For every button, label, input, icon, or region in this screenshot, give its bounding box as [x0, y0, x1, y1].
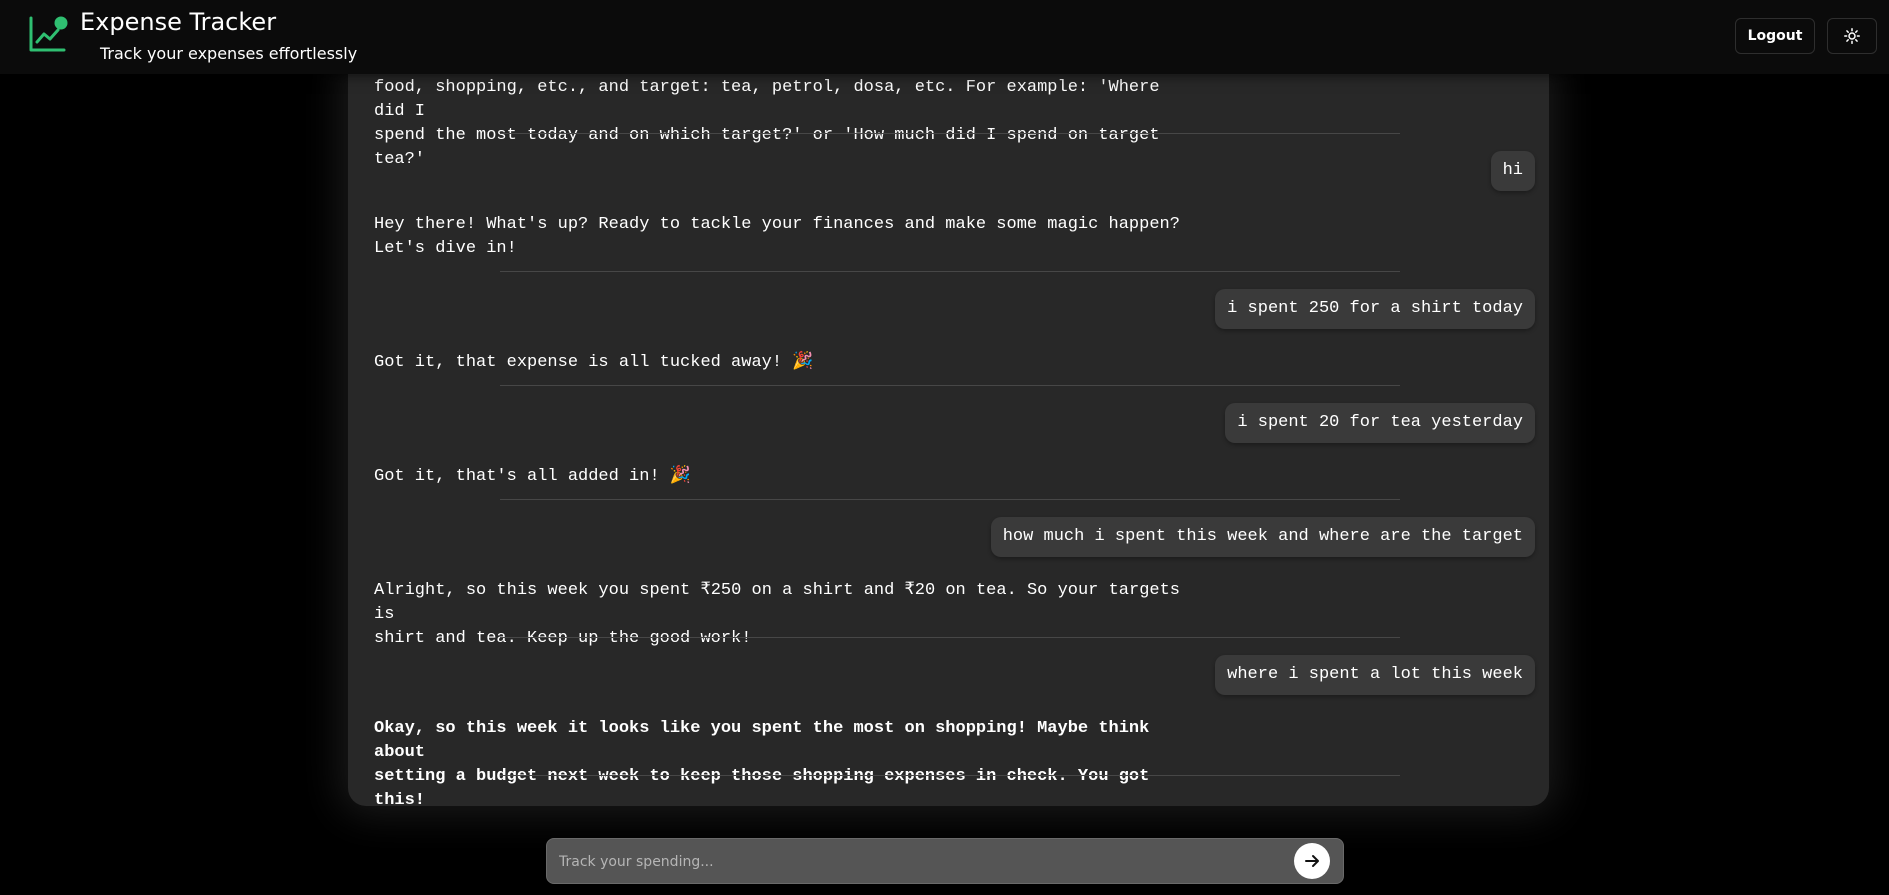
message-divider: [500, 271, 1400, 272]
message-divider: [500, 775, 1400, 776]
bot-message: Got it, that expense is all tucked away!…: [374, 353, 814, 372]
sun-icon: [1844, 28, 1860, 44]
user-message: i spent 20 for tea yesterday: [1225, 403, 1535, 443]
message-divider: [500, 637, 1400, 638]
arrow-right-icon: [1305, 855, 1319, 867]
user-message: i spent 250 for a shirt today: [1215, 289, 1535, 329]
user-message: where i spent a lot this week: [1215, 655, 1535, 695]
app-title: Expense Tracker: [80, 8, 277, 36]
message-divider: [500, 133, 1400, 134]
send-button[interactable]: [1294, 843, 1330, 879]
spending-input[interactable]: [557, 839, 1281, 885]
user-message: hi: [1490, 151, 1535, 191]
message-input-bar: [546, 838, 1344, 885]
theme-toggle-button[interactable]: [1827, 18, 1877, 54]
message-divider: [500, 499, 1400, 500]
bot-message: Okay, so this week it looks like you spe…: [374, 719, 1150, 806]
bot-message: Hey there! What's up? Ready to tackle yo…: [374, 215, 1180, 258]
message-divider: [500, 385, 1400, 386]
bot-message: Got it, that's all added in! 🎉: [374, 467, 692, 486]
app-subtitle: Track your expenses effortlessly: [100, 44, 358, 63]
bot-message: food, shopping, etc., and target: tea, p…: [374, 78, 1160, 169]
chat-panel[interactable]: food, shopping, etc., and target: tea, p…: [348, 60, 1549, 806]
bot-message: Alright, so this week you spent ₹250 on …: [374, 581, 1180, 648]
logout-button[interactable]: Logout: [1735, 18, 1815, 54]
user-message: how much i spent this week and where are…: [990, 517, 1535, 557]
chart-line-icon: [29, 16, 68, 52]
app-header: Expense Tracker Track your expenses effo…: [0, 0, 1889, 74]
